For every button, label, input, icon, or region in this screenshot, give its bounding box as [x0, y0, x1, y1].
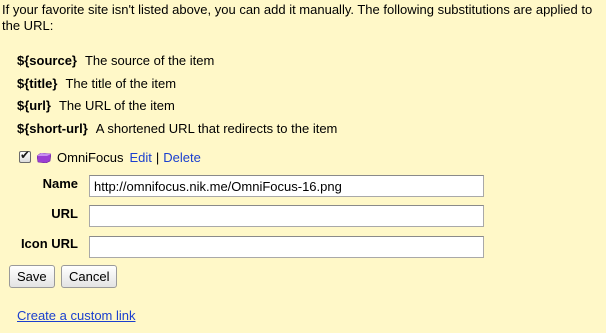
create-custom-link[interactable]: Create a custom link [17, 308, 136, 324]
url-field[interactable] [89, 205, 484, 227]
name-field-label: Name [42, 176, 78, 191]
link-separator: | [155, 149, 160, 165]
name-field[interactable] [89, 175, 484, 197]
intro-text: If your favorite site isn't listed above… [2, 2, 593, 33]
edit-link[interactable]: Edit [129, 150, 151, 165]
icon-url-field-label: Icon URL [20, 236, 78, 251]
save-button[interactable]: Save [9, 265, 55, 288]
substitution-key: ${short-url} [17, 120, 88, 136]
substitution-key: ${title} [17, 75, 58, 91]
substitution-source: ${source} The source of the item [17, 50, 337, 73]
substitution-url: ${url} The URL of the item [17, 95, 337, 118]
delete-link[interactable]: Delete [163, 150, 201, 165]
substitution-key: ${url} [17, 98, 51, 113]
substitution-desc: A shortened URL that redirects to the it… [95, 120, 338, 136]
substitution-key: ${source} [17, 53, 77, 68]
substitutions-list: ${source} The source of the item ${title}… [17, 50, 337, 140]
substitution-title: ${title} The title of the item [17, 73, 337, 96]
site-enabled-checkbox[interactable]: ✔ [19, 148, 31, 163]
omnifocus-icon [37, 153, 51, 163]
substitution-desc: The URL of the item [58, 98, 175, 113]
substitution-desc: The title of the item [65, 75, 177, 91]
icon-url-field[interactable] [89, 236, 484, 258]
url-field-label: URL [51, 206, 78, 221]
substitution-short-url: ${short-url} A shortened URL that redirec… [17, 118, 337, 141]
site-name: OmniFocus [57, 149, 124, 165]
checkmark-icon: ✔ [20, 148, 31, 162]
cancel-button[interactable]: Cancel [61, 265, 118, 288]
site-row-omnifocus: ✔ OmniFocus Edit | Delete [19, 148, 201, 166]
substitution-desc: The source of the item [84, 53, 215, 68]
